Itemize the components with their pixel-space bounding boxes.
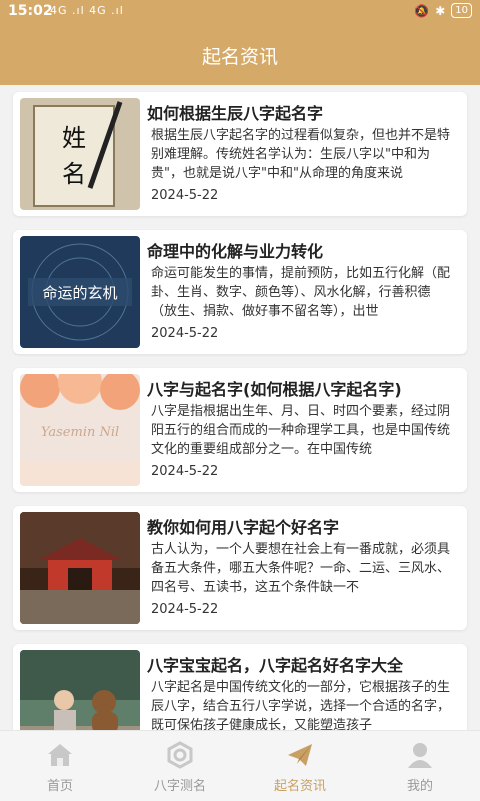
tab-bazi-label: 八字测名 [153,779,206,794]
home-icon [48,744,72,766]
article-title: 教你如何用八字起个好名字 [147,518,340,537]
status-bar: 15:02 4G .ıl 4G .ıl 🔕 ✱ 10 [0,0,480,24]
thumb-text: Yasemin Nil [41,425,119,440]
article-summary: 八字是指根据出生年、月、日、时四个要素，经过阴阳五行的组合而成的一种命理学工具，… [151,404,451,457]
app-header: 起名资讯 [0,24,480,85]
article-summary: 命运可能发生的事情，提前预防，比如五行化解（配卦、生肖、数字、颜色等）、风水化解… [151,266,451,319]
tab-news[interactable]: 起名资讯 [240,731,360,801]
fate-image: 命运的玄机 [20,236,140,348]
mute-icon: 🔕 [414,3,430,18]
tab-mine-label: 我的 [406,779,433,794]
baby-image [20,650,140,730]
article-card[interactable]: Yasemin Nil 八字与起名字(如何根据八字起名字) 八字是指根据出生年、… [13,368,467,492]
thumb-text: 命运的玄机 [42,284,117,302]
article-title: 八字宝宝起名，八字起名好名字大全 [147,656,404,675]
page-title: 起名资讯 [201,46,278,68]
article-summary: 八字起名是中国传统文化的一部分，它根据孩子的生辰八字，结合五行八字学说，选择一个… [151,680,451,730]
balloons-image: Yasemin Nil [20,374,140,486]
article-card[interactable]: 教你如何用八字起个好名字 古人认为，一个人要想在社会上有一番成就，必须具备五大条… [13,506,467,630]
tab-mine[interactable]: 我的 [360,731,480,801]
article-summary: 根据生辰八字起名字的过程看似复杂，但也并不是特别难理解。传统姓名学认为：生辰八字… [151,128,451,181]
user-icon [408,743,432,768]
article-thumbnail: 姓 名 [20,98,140,210]
article-title: 如何根据生辰八字起名字 [147,104,324,123]
battery-icon: 10 [451,3,472,18]
article-title: 八字与起名字(如何根据八字起名字) [147,380,402,399]
article-thumbnail [20,512,140,624]
article-date: 2024-5-22 [151,464,219,479]
paper-plane-icon [288,744,312,766]
thumb-char-1: 姓 [62,124,86,152]
bazi-icon [167,741,193,769]
article-date: 2024-5-22 [151,188,219,203]
signal-icon: 4G .ıl 4G .ıl [50,4,124,17]
article-date: 2024-5-22 [151,326,219,341]
tab-bazi[interactable]: 八字测名 [120,731,240,801]
tab-home[interactable]: 首页 [0,731,120,801]
article-thumbnail: 命运的玄机 [20,236,140,348]
article-summary: 古人认为，一个人要想在社会上有一番成就，必须具备五大条件，哪五大条件呢？一命、二… [151,542,451,595]
calligraphy-image: 姓 名 [20,98,140,210]
bluetooth-icon: ✱ [435,3,446,18]
status-time: 15:02 [8,3,53,19]
article-thumbnail: Yasemin Nil [20,374,140,486]
article-date: 2024-5-22 [151,602,219,617]
article-title: 命理中的化解与业力转化 [147,242,324,261]
article-list[interactable]: 姓 名 如何根据生辰八字起名字 根据生辰八字起名字的过程看似复杂，但也并不是特别… [0,85,480,730]
tab-news-label: 起名资讯 [273,779,326,794]
article-card[interactable]: 命运的玄机 命理中的化解与业力转化 命运可能发生的事情，提前预防，比如五行化解（… [13,230,467,354]
bottom-tab-bar: 首页 八字测名 起名资讯 我的 [0,730,480,801]
status-right: 🔕 ✱ 10 [414,3,472,18]
tab-home-label: 首页 [46,779,73,794]
article-thumbnail [20,650,140,730]
article-card[interactable]: 八字宝宝起名，八字起名好名字大全 八字起名是中国传统文化的一部分，它根据孩子的生… [13,644,467,730]
thumb-char-2: 名 [62,160,86,188]
article-card[interactable]: 姓 名 如何根据生辰八字起名字 根据生辰八字起名字的过程看似复杂，但也并不是特别… [13,92,467,216]
temple-image [20,512,140,624]
